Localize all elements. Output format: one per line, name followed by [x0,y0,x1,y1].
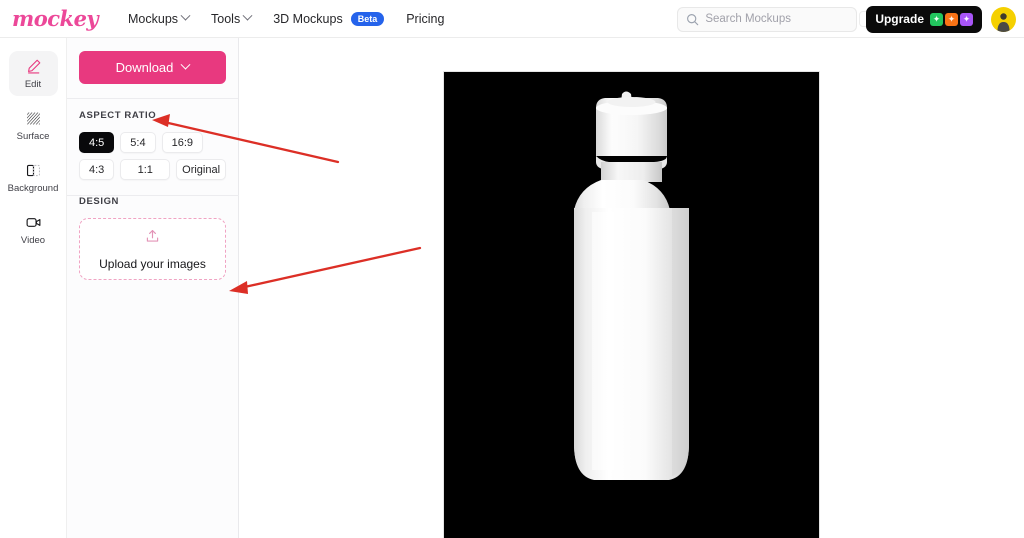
aspect-ratio-option-16-9[interactable]: 16:9 [161,132,204,153]
upload-images-dropzone[interactable]: Upload your images [79,218,226,280]
video-camera-icon [25,214,42,232]
upgrade-button-label: Upgrade [875,12,924,26]
sparkle-purple-icon: ✦ [960,12,973,26]
left-tool-rail: Edit Surface Background Video [0,38,67,538]
aspect-ratio-option-4-3[interactable]: 4:3 [79,159,115,180]
upgrade-button[interactable]: Upgrade ✦ ✦ ✦ [866,5,982,33]
aspect-ratio-options: 4:5 5:4 16:9 4:3 1:1 Original [79,132,227,180]
split-square-icon [25,162,42,180]
nav-item-label: Tools [211,11,241,26]
canvas-stage [239,38,1024,538]
mockey-logo[interactable]: mockey [12,4,100,34]
sidebar-item-label: Edit [24,78,42,90]
search-box[interactable]: ⌘K [677,6,888,32]
download-button[interactable]: Download [79,51,226,84]
hatch-pattern-icon [25,110,42,128]
upload-label: Upload your images [99,256,206,271]
panel-divider [67,195,239,196]
search-icon [686,13,699,26]
mockup-canvas[interactable] [444,72,819,538]
sparkle-orange-icon: ✦ [945,12,958,26]
nav-item-tools[interactable]: Tools [211,10,253,26]
aspect-ratio-section: ASPECT RATIO 4:5 5:4 16:9 4:3 1:1 Origin… [67,99,238,180]
nav-item-label: Pricing [406,11,445,26]
sidebar-item-label: Background [7,182,59,194]
chevron-down-icon [180,10,191,21]
main-nav: Mockups Tools 3D Mockups Beta Pricing [128,10,444,26]
upgrade-sparkle-icons: ✦ ✦ ✦ [930,12,973,26]
search-input[interactable] [705,13,860,25]
aspect-ratio-option-1-1[interactable]: 1:1 [120,159,171,180]
sidebar-item-edit[interactable]: Edit [8,51,58,96]
design-title: DESIGN [79,196,120,207]
app-header: mockey Mockups Tools 3D Mockups Beta Pri… [0,0,1024,38]
logo-text: mockey [12,6,99,31]
mockey-editor-app: mockey Mockups Tools 3D Mockups Beta Pri… [0,0,1024,538]
chevron-down-icon [242,10,253,21]
download-section: Download [67,38,238,99]
sparkle-green-icon: ✦ [930,12,943,26]
nav-item-3d-mockups[interactable]: 3D Mockups Beta [273,11,385,26]
sidebar-item-video[interactable]: Video [9,207,58,252]
header-actions: ⌘K Upgrade ✦ ✦ ✦ [677,0,1016,38]
upload-icon [144,228,161,250]
nav-item-label: Mockups [128,11,179,26]
sidebar-item-background[interactable]: Background [7,155,59,200]
avatar[interactable] [991,6,1016,32]
download-button-label: Download [115,60,174,75]
sidebar-item-label: Surface [16,130,50,142]
nav-item-pricing[interactable]: Pricing [406,12,444,26]
editor-panel: Download ASPECT RATIO 4:5 5:4 16:9 4:3 1… [67,38,239,538]
aspect-ratio-option-5-4[interactable]: 5:4 [120,132,156,153]
nav-item-label: 3D Mockups [273,11,343,26]
avatar-figure-icon [997,12,1010,32]
sidebar-item-surface[interactable]: Surface [9,103,58,148]
aspect-ratio-title: ASPECT RATIO [79,110,157,121]
white-water-bottle-mockup [574,91,689,480]
pencil-icon [25,58,42,76]
nav-item-mockups[interactable]: Mockups [128,10,191,26]
aspect-ratio-option-original[interactable]: Original [176,159,227,180]
chevron-down-icon [180,59,191,70]
beta-badge: Beta [350,11,385,26]
sidebar-item-label: Video [20,234,46,246]
aspect-ratio-option-4-5[interactable]: 4:5 [79,132,115,153]
